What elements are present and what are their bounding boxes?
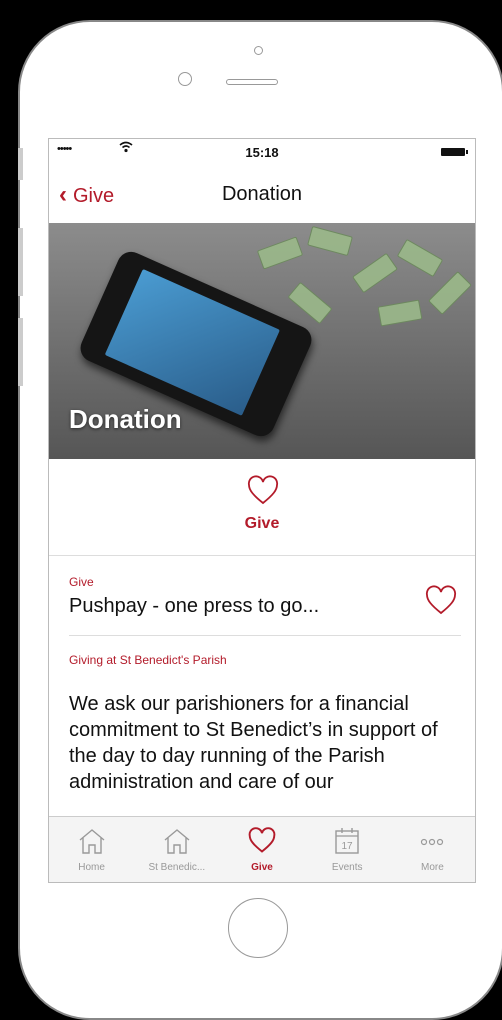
tab-label: Give — [251, 862, 273, 873]
home-icon — [79, 829, 105, 854]
give-action[interactable]: Give — [49, 459, 475, 556]
section-body-text: We ask our parishioners for a financial … — [69, 693, 438, 793]
calendar-date: 17 — [342, 841, 354, 852]
volume-up-button — [18, 228, 23, 296]
home-button[interactable] — [228, 898, 288, 958]
tab-label: Events — [331, 862, 363, 873]
mute-switch — [18, 148, 23, 180]
hero-image: Donation — [49, 223, 475, 459]
money-bill-graphic — [377, 299, 423, 327]
tab-more[interactable]: More — [390, 817, 475, 882]
home-icon — [164, 829, 190, 854]
money-bill-graphic — [396, 238, 444, 278]
list-item-caption: Give — [69, 575, 94, 589]
heart-icon[interactable] — [425, 585, 457, 617]
more-icon — [421, 838, 444, 846]
tab-label: More — [421, 862, 444, 873]
battery-icon — [441, 148, 468, 156]
calendar-icon: 17 — [335, 828, 359, 854]
tab-st-benedicts[interactable]: St Benedic... — [134, 817, 219, 882]
navigation-bar: ‹ Give Donation — [49, 165, 475, 224]
tab-label: Home — [78, 862, 105, 873]
smartphone-screen-graphic — [104, 268, 280, 416]
tab-label: St Benedic... — [148, 862, 206, 873]
page-title: Donation — [221, 183, 303, 205]
app-screen: ••••• 15:18 ‹ Give Donation Donation Give… — [48, 138, 476, 883]
section-caption: Giving at St Benedict's Parish — [69, 653, 227, 667]
money-bill-graphic — [256, 236, 304, 270]
tab-bar: Home St Benedic... Give 17 Events More — [49, 816, 475, 882]
heart-icon — [248, 827, 276, 853]
list-item[interactable]: Give Pushpay - one press to go... — [69, 571, 461, 636]
list-item-title: Pushpay - one press to go... — [69, 595, 320, 617]
volume-down-button — [18, 318, 23, 386]
earpiece-speaker — [226, 79, 278, 85]
tab-give[interactable]: Give — [219, 817, 304, 882]
status-time: 15:18 — [245, 145, 279, 160]
tab-home[interactable]: Home — [49, 817, 134, 882]
hero-title: Donation — [69, 404, 182, 434]
tab-events[interactable]: 17 Events — [305, 817, 390, 882]
heart-icon — [247, 475, 279, 505]
proximity-sensor — [178, 72, 192, 86]
give-action-label: Give — [244, 515, 280, 532]
status-bar: ••••• 15:18 — [49, 139, 475, 165]
money-bill-graphic — [287, 281, 333, 325]
money-bill-graphic — [352, 252, 398, 294]
money-bill-graphic — [307, 225, 353, 257]
money-bill-graphic — [428, 271, 472, 315]
front-camera — [254, 46, 263, 55]
